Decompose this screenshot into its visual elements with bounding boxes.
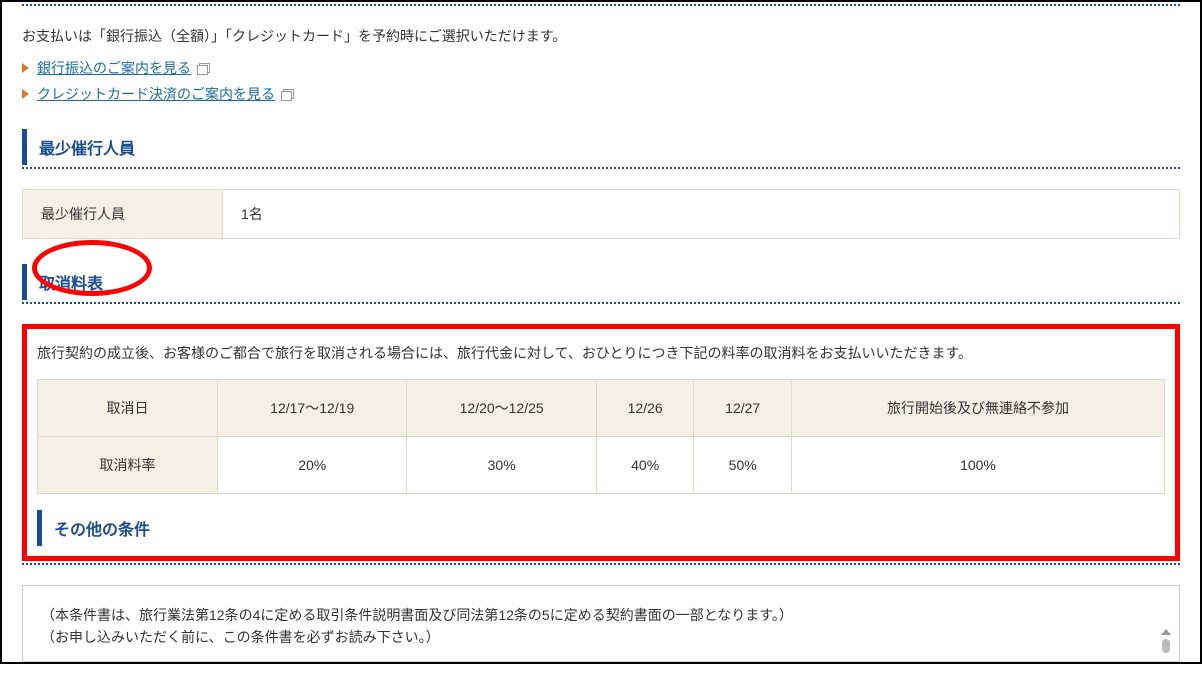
link-credit-card[interactable]: クレジットカード決済のご案内を見る [22,84,1180,104]
cancel-period-0: 12/17～12/19 [218,380,407,437]
annotation-circle [32,240,152,296]
cancel-rate-1: 30% [407,437,596,494]
cancel-rate-0: 20% [218,437,407,494]
conditions-text-box: （本条件書は、旅行業法第12条の4に定める取引条件説明書面及び同法第12条の5に… [22,585,1180,662]
payment-intro: お支払いは「銀行振込（全額）」「クレジットカード」を予約時にご選択いただけます。 [22,26,1180,46]
min-participants-value: 1名 [223,190,1180,239]
cancel-rate-3: 50% [694,437,792,494]
cancel-rate-2: 40% [596,437,694,494]
cancel-period-3: 12/27 [694,380,792,437]
link-bank-transfer[interactable]: 銀行振込のご案内を見る [22,58,1180,78]
cancel-row-label-rate: 取消料率 [38,437,218,494]
conditions-note-2: （お申し込みいただく前に、この条件書を必ずお読み下さい。） [41,626,1161,648]
cancel-row-label-date: 取消日 [38,380,218,437]
link-text: 銀行振込のご案内を見る [37,58,191,78]
cancellation-table: 取消日 12/17～12/19 12/20～12/25 12/26 12/27 … [37,379,1165,494]
section-heading-min-participants: 最少催行人員 [22,129,1180,165]
cancel-rate-4: 100% [791,437,1164,494]
external-link-icon [281,89,293,100]
cancel-period-4: 旅行開始後及び無連絡不参加 [791,380,1164,437]
cancellation-description: 旅行契約の成立後、お客様のご都合で旅行を取消される場合には、旅行代金に対して、お… [37,343,1165,363]
cancel-period-1: 12/20～12/25 [407,380,596,437]
triangle-icon [22,89,29,99]
annotation-box: 旅行契約の成立後、お客様のご都合で旅行を取消される場合には、旅行代金に対して、お… [22,324,1180,561]
section-heading-other-conditions: その他の条件 [37,510,1165,546]
scrollbar[interactable] [1161,629,1171,653]
triangle-icon [22,63,29,73]
section-heading-cancellation: 取消料表 [22,264,1180,300]
min-participants-label: 最少催行人員 [23,190,223,239]
min-participants-table: 最少催行人員 1名 [22,189,1180,239]
cancel-period-2: 12/26 [596,380,694,437]
conditions-note-1: （本条件書は、旅行業法第12条の4に定める取引条件説明書面及び同法第12条の5に… [41,604,1161,626]
external-link-icon [197,63,209,74]
link-text: クレジットカード決済のご案内を見る [37,84,275,104]
